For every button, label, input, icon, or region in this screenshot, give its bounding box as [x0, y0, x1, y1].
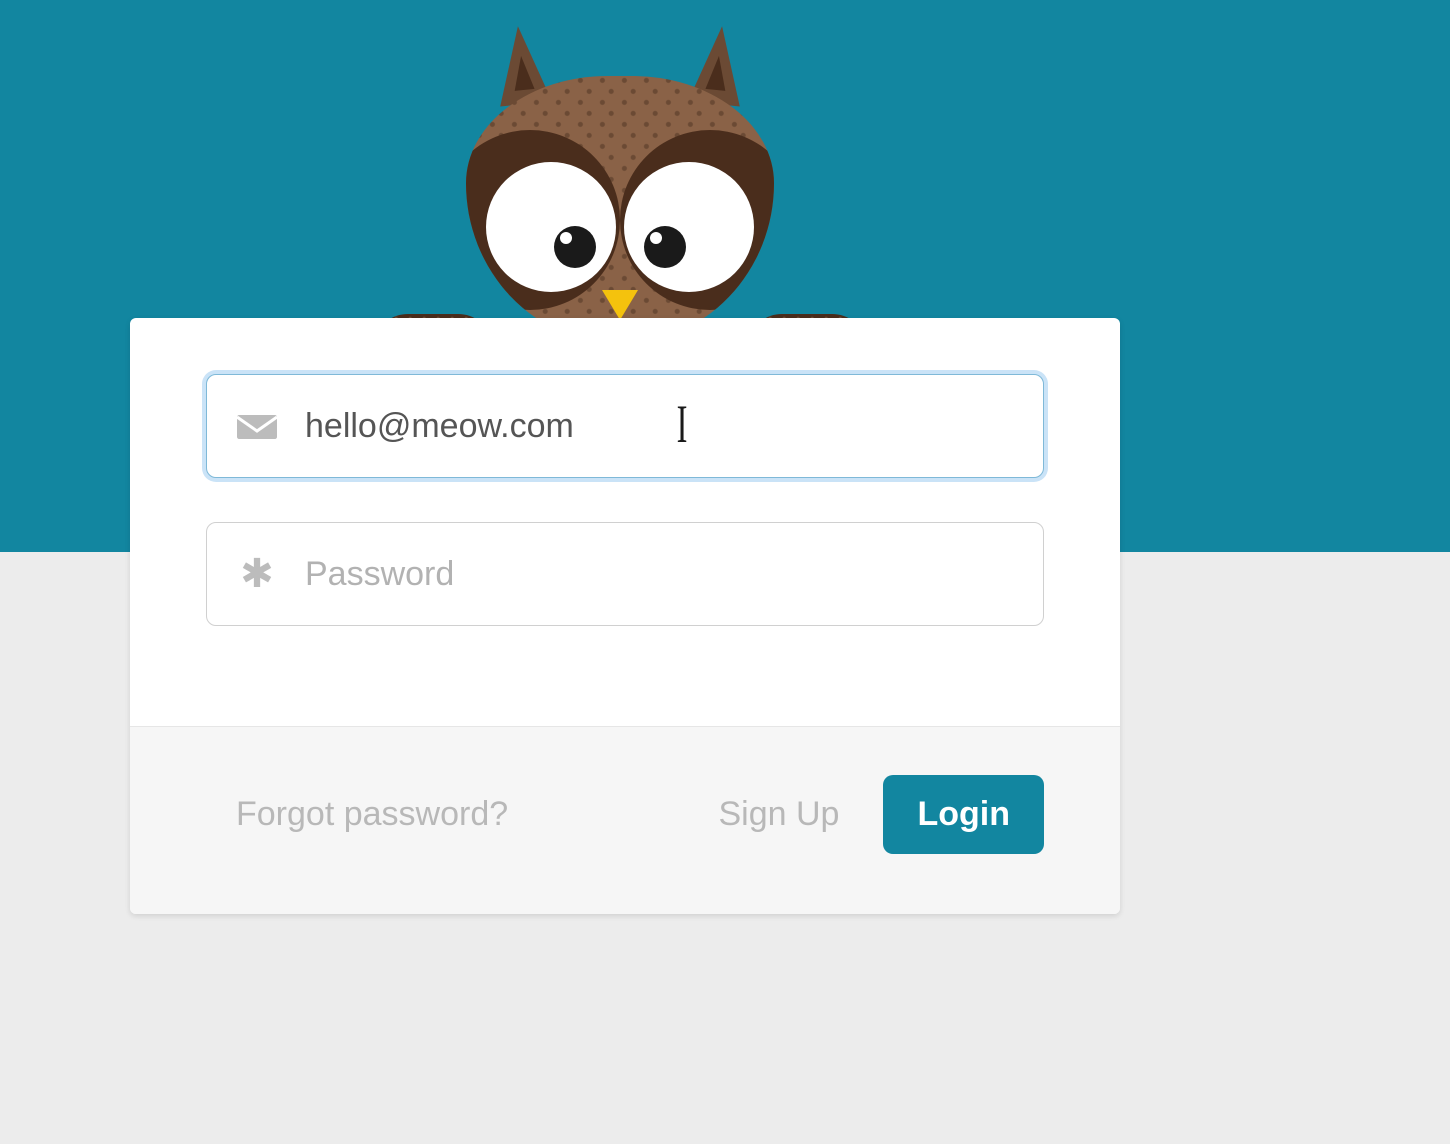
login-card: I ✱ Forgot password? Sign Up Login: [130, 318, 1120, 914]
login-button[interactable]: Login: [883, 775, 1044, 854]
password-input[interactable]: [279, 523, 1015, 625]
email-input[interactable]: [279, 375, 1015, 477]
forgot-password-link[interactable]: Forgot password?: [236, 795, 508, 834]
envelope-icon: [235, 411, 279, 441]
login-card-footer: Forgot password? Sign Up Login: [130, 726, 1120, 914]
email-field-wrapper[interactable]: I: [206, 374, 1044, 478]
login-card-body: I ✱: [130, 318, 1120, 726]
asterisk-icon: ✱: [235, 554, 279, 594]
password-field-wrapper[interactable]: ✱: [206, 522, 1044, 626]
login-page: I ✱ Forgot password? Sign Up Login: [0, 0, 1450, 1144]
signup-link[interactable]: Sign Up: [719, 795, 840, 834]
